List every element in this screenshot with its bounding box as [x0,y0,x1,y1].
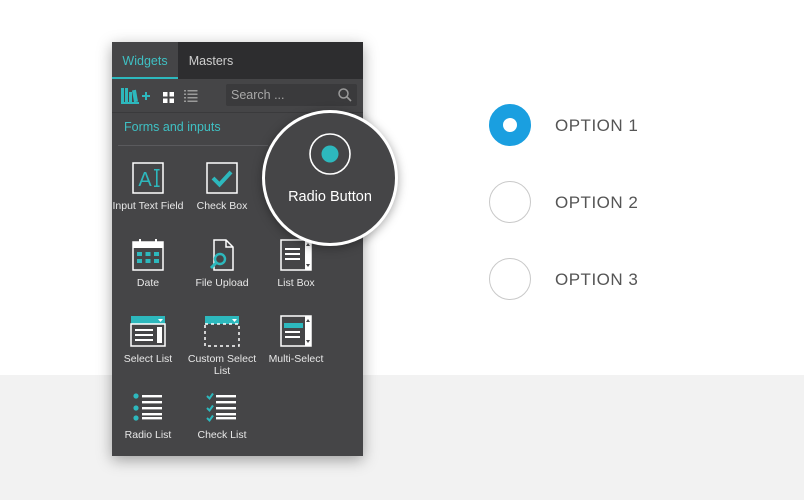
widget-check-box[interactable]: Check Box [186,162,258,212]
widget-search [226,84,357,106]
widget-label: Input Text Field [112,200,184,212]
panel-tabbar: Widgets Masters [112,42,363,79]
list-view-icon[interactable] [184,89,198,102]
radio-list-icon [133,393,162,421]
radio-button[interactable] [489,258,531,300]
option-label: OPTION 3 [555,270,639,289]
widget-date[interactable]: Date [112,239,184,289]
tab-masters[interactable]: Masters [178,42,244,79]
panel-toolbar [112,79,363,113]
widget-label: Check Box [196,200,248,212]
svg-text:A: A [138,169,152,191]
widget-custom-select-list[interactable]: Custom Select List [186,315,258,377]
radio-button[interactable] [489,181,531,223]
widgets-panel: Widgets Masters Search ... Forms and inp… [112,42,363,456]
check-box-icon [206,162,238,194]
widget-label: Custom Select List [187,353,257,377]
file-upload-icon [209,239,234,271]
widget-label: Multi-Select [268,353,324,365]
widget-list-box[interactable]: List Box [260,239,332,289]
option-label: OPTION 1 [555,116,639,135]
widget-label: Radio List [124,429,172,441]
widget-input-text-field[interactable]: A Input Text Field [112,162,184,212]
widget-label: Date [136,277,160,289]
widget-check-list[interactable]: Check List [186,391,258,441]
multi-select-icon [280,315,312,347]
date-icon [132,239,164,271]
widget-label: List Box [277,277,315,289]
select-list-icon [130,316,166,347]
widget-radio-button-magnified[interactable]: Radio Button [262,110,398,246]
radio-button-icon [309,133,351,175]
input-text-field-icon: A [132,162,164,194]
radio-option-2[interactable]: OPTION 2 [489,181,649,223]
add-library-icon[interactable] [121,86,151,104]
widget-multi-select[interactable]: Multi-Select [260,315,332,365]
widget-select-list[interactable]: Select List [112,315,184,365]
custom-select-list-icon [204,316,240,347]
section-title[interactable]: Forms and inputs [124,120,221,134]
list-box-icon [280,239,312,271]
widget-label: Check List [197,429,247,441]
section-divider [118,145,268,146]
widget-label: Select List [123,353,173,365]
radio-option-1[interactable]: OPTION 1 [489,104,649,146]
grid-view-icon[interactable] [163,90,174,103]
widget-radio-list[interactable]: Radio List [112,391,184,441]
widget-file-upload[interactable]: File Upload [186,239,258,289]
radio-button-checked[interactable] [489,104,531,146]
widget-label: File Upload [195,277,249,289]
widget-label: Radio Button [288,189,372,205]
search-input[interactable] [226,84,336,106]
search-icon[interactable] [338,88,352,102]
radio-option-3[interactable]: OPTION 3 [489,258,649,300]
check-list-icon [206,392,236,423]
tab-widgets[interactable]: Widgets [112,42,178,79]
option-label: OPTION 2 [555,193,639,212]
